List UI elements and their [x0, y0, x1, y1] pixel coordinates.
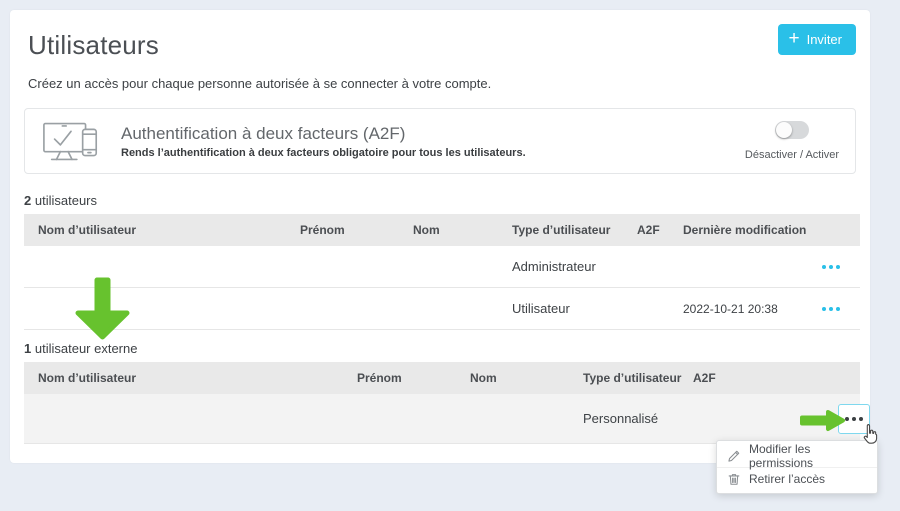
external-user-row: Personnalisé [24, 394, 860, 444]
external-users-table: Nom d’utilisateur Prénom Nom Type d’util… [24, 362, 860, 444]
two-factor-card: Authentification à deux facteurs (A2F) R… [24, 108, 856, 174]
external-table-header: Nom d’utilisateur Prénom Nom Type d’util… [24, 362, 860, 394]
main-panel: Utilisateurs + Inviter Créez un accès po… [10, 10, 870, 463]
two-factor-toggle[interactable] [775, 121, 809, 139]
col-username: Nom d’utilisateur [38, 223, 300, 237]
col-username: Nom d’utilisateur [38, 371, 357, 385]
two-factor-description: Rends l’authentification à deux facteurs… [121, 147, 735, 159]
invite-button-label: Inviter [807, 32, 842, 47]
user-type: Administrateur [512, 259, 637, 274]
col-a2f: A2F [637, 223, 683, 237]
two-factor-toggle-label: Désactiver / Activer [735, 149, 849, 161]
row-actions-context-menu: Modifier les permissions Retirer l’accès [716, 440, 878, 494]
users-count-label: 2 utilisateurs [24, 193, 97, 208]
col-lastname: Nom [413, 223, 512, 237]
col-firstname: Prénom [300, 223, 413, 237]
menu-item-label: Retirer l’accès [749, 472, 825, 486]
pencil-icon [727, 449, 741, 463]
trash-icon [727, 472, 741, 486]
green-arrow-down-icon [70, 276, 136, 349]
users-count: 2 [24, 193, 31, 208]
menu-item-remove-access[interactable]: Retirer l’accès [717, 467, 877, 490]
page-subtitle: Créez un accès pour chaque personne auto… [28, 76, 491, 91]
menu-item-label: Modifier les permissions [749, 442, 867, 470]
toggle-knob [776, 122, 792, 138]
users-table: Nom d’utilisateur Prénom Nom Type d’util… [24, 214, 860, 330]
users-table-header: Nom d’utilisateur Prénom Nom Type d’util… [24, 214, 860, 246]
col-usertype: Type d’utilisateur [512, 223, 637, 237]
two-factor-devices-icon [41, 116, 103, 166]
plus-icon: + [788, 29, 799, 48]
col-firstname: Prénom [357, 371, 470, 385]
external-count: 1 [24, 341, 31, 356]
col-a2f: A2F [693, 371, 860, 385]
users-count-text: utilisateurs [35, 193, 97, 208]
green-arrow-right-icon [799, 409, 847, 437]
hand-pointer-icon [861, 423, 881, 452]
two-factor-text-block: Authentification à deux facteurs (A2F) R… [121, 124, 735, 159]
menu-item-edit-permissions[interactable]: Modifier les permissions [717, 444, 877, 467]
two-factor-toggle-block: Désactiver / Activer [735, 121, 855, 161]
user-row: Administrateur [24, 246, 860, 288]
user-row: Utilisateur 2022-10-21 20:38 [24, 288, 860, 330]
row-actions-ellipsis-icon[interactable] [818, 261, 844, 273]
user-type: Personnalisé [583, 411, 693, 426]
invite-button[interactable]: + Inviter [778, 24, 856, 55]
user-type: Utilisateur [512, 301, 637, 316]
users-admin-page: { "header": { "title": "Utilisateurs", "… [0, 0, 900, 511]
col-usertype: Type d’utilisateur [583, 371, 693, 385]
row-actions-ellipsis-icon[interactable] [818, 303, 844, 315]
col-lastname: Nom [470, 371, 583, 385]
col-lastmodified: Dernière modification [683, 223, 860, 237]
two-factor-title: Authentification à deux facteurs (A2F) [121, 124, 735, 144]
page-title: Utilisateurs [28, 30, 159, 61]
